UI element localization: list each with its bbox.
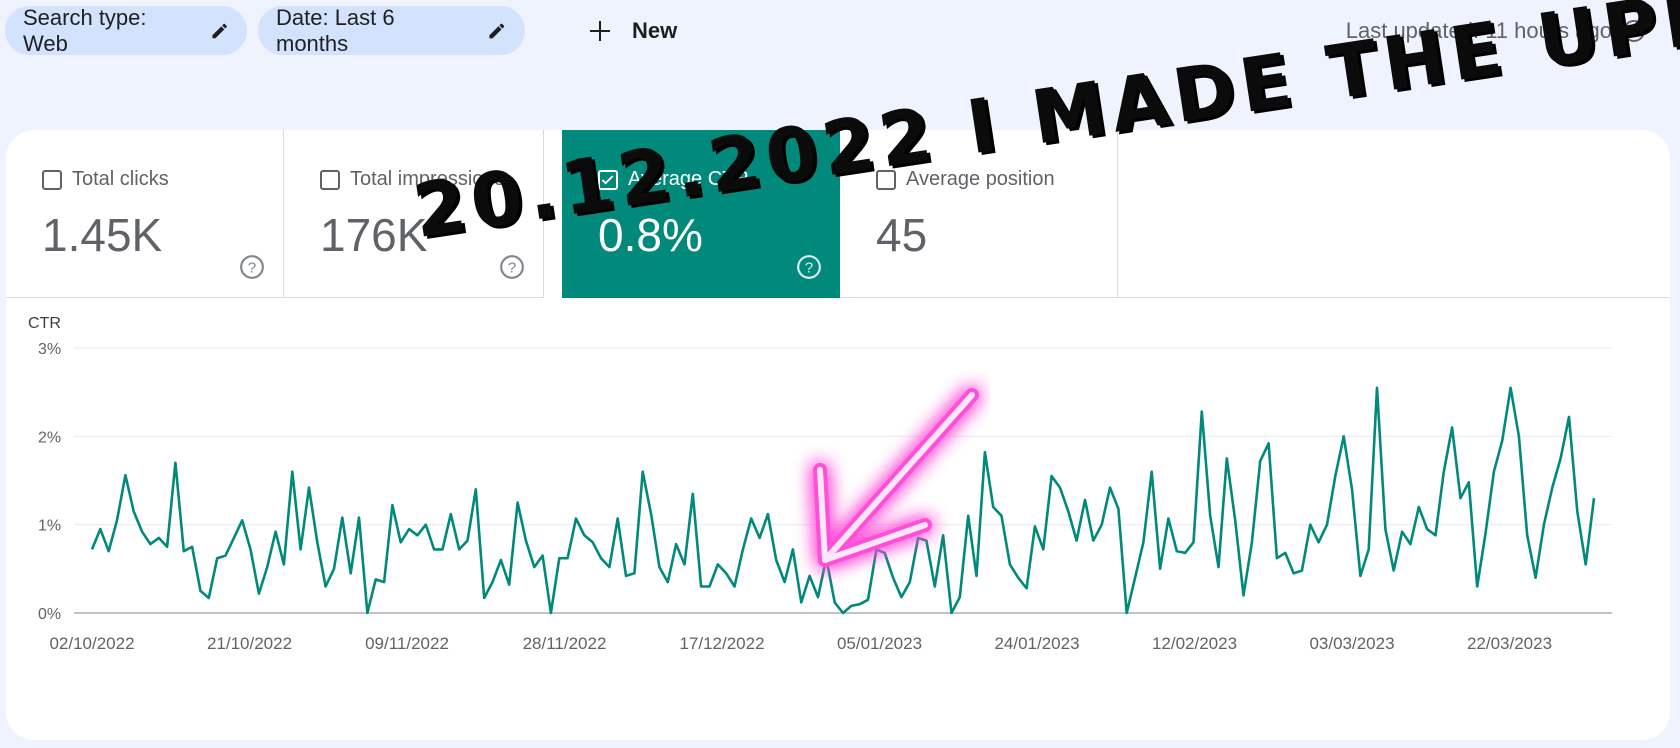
checkbox-icon[interactable] bbox=[320, 169, 340, 190]
date-range-chip[interactable]: Date: Last 6 months bbox=[258, 4, 525, 56]
search-type-label: Search type: Web bbox=[23, 4, 147, 56]
help-icon[interactable]: ? bbox=[239, 254, 265, 280]
y-tick-label: 3% bbox=[38, 341, 61, 358]
metric-value: 1.45K bbox=[42, 209, 163, 261]
x-tick-label: 09/11/2022 bbox=[365, 634, 449, 653]
plus-icon bbox=[590, 20, 610, 41]
new-filter-label: New bbox=[632, 17, 678, 43]
divider bbox=[1118, 297, 1670, 298]
y-tick-label: 0% bbox=[38, 606, 61, 623]
search-type-chip[interactable]: Search type: Web bbox=[5, 4, 247, 56]
x-tick-label: 24/01/2023 bbox=[994, 634, 1079, 653]
pink-glow-arrow bbox=[813, 388, 979, 567]
x-tick-label: 17/12/2022 bbox=[679, 634, 764, 653]
y-tick-label: 2% bbox=[38, 429, 61, 446]
svg-text:?: ? bbox=[805, 259, 813, 276]
metric-total-clicks[interactable]: Total clicks 1.45K ? bbox=[6, 130, 284, 298]
help-icon[interactable]: ? bbox=[796, 254, 822, 280]
metric-value: 176K bbox=[320, 209, 428, 261]
pencil-icon bbox=[489, 23, 505, 38]
svg-text:?: ? bbox=[248, 259, 256, 276]
svg-text:?: ? bbox=[508, 259, 516, 276]
x-tick-label: 03/03/2023 bbox=[1309, 634, 1394, 653]
x-tick-label: 12/02/2023 bbox=[1152, 634, 1237, 653]
x-tick-label: 05/01/2023 bbox=[837, 634, 922, 653]
checkbox-icon[interactable] bbox=[42, 169, 62, 190]
x-tick-label: 28/11/2022 bbox=[523, 634, 607, 653]
x-tick-label: 22/03/2023 bbox=[1467, 634, 1552, 653]
x-tick-label: 02/10/2022 bbox=[49, 634, 134, 653]
metric-label: Total clicks bbox=[72, 168, 169, 190]
y-axis-label: CTR bbox=[28, 315, 61, 332]
date-range-label: Date: Last 6 months bbox=[276, 4, 395, 56]
pencil-icon bbox=[212, 23, 227, 38]
new-filter-button[interactable]: New bbox=[588, 6, 677, 55]
y-tick-label: 1% bbox=[38, 518, 61, 535]
x-tick-label: 21/10/2022 bbox=[207, 634, 292, 653]
metric-label-row: Total clicks bbox=[42, 168, 169, 191]
metric-value: 45 bbox=[876, 209, 928, 261]
help-icon[interactable]: ? bbox=[499, 254, 525, 280]
